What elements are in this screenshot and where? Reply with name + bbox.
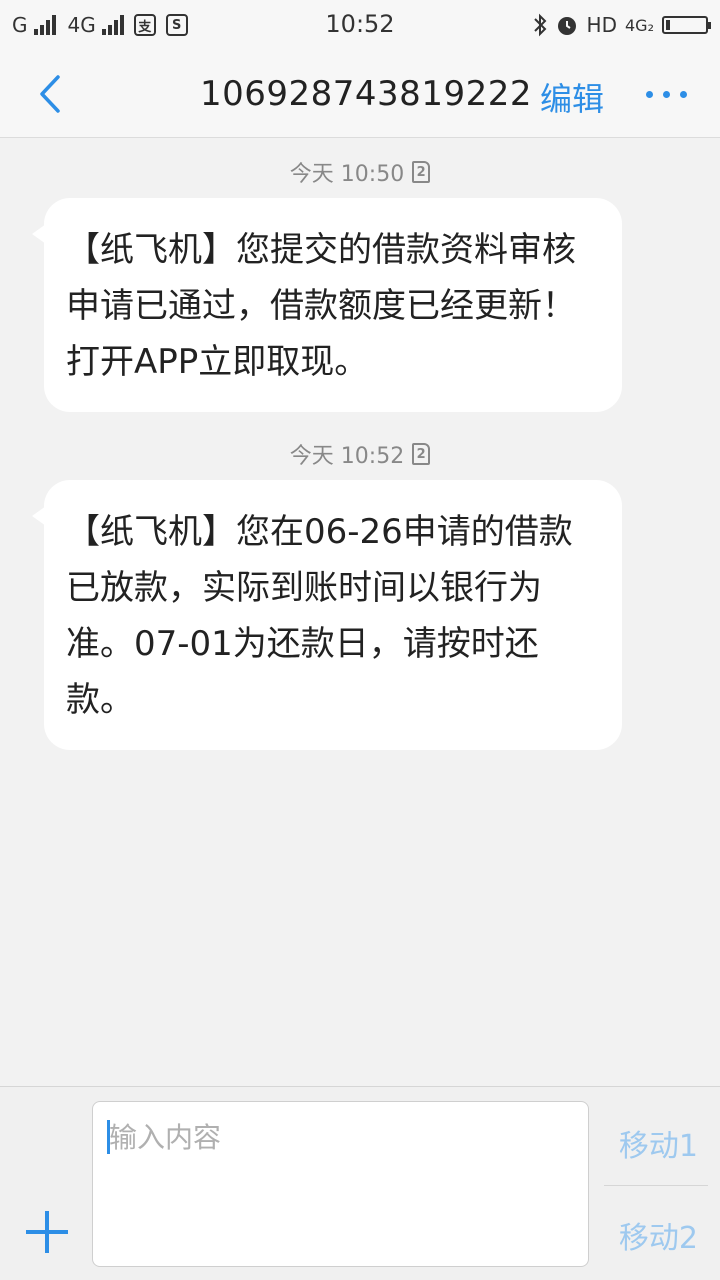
- message-text: 【纸飞机】您在06-26申请的借款已放款，实际到账时间以银行为准。07-01为还…: [66, 512, 573, 720]
- contact-number-title: 106928743819222: [200, 74, 532, 114]
- message-bubble[interactable]: 【纸飞机】您提交的借款资料审核申请已通过，借款额度已经更新！打开APP立即取现。: [32, 198, 622, 412]
- send-sim1-button[interactable]: 移动1: [619, 1121, 698, 1165]
- more-options-icon[interactable]: [646, 84, 687, 104]
- status-bar: G 4G 支 S 10:52 HD 4G₂: [0, 0, 720, 50]
- chevron-left-icon: [40, 75, 60, 113]
- battery-icon: [662, 16, 711, 34]
- conversation-header: 106928743819222 编辑: [0, 50, 720, 138]
- send-divider: [604, 1185, 708, 1186]
- hd-label: HD: [586, 13, 617, 37]
- alarm-icon: [557, 17, 576, 35]
- send-sim2-button[interactable]: 移动2: [619, 1213, 698, 1257]
- message-timestamp: 今天 10:50 2: [0, 156, 720, 188]
- input-placeholder: 输入内容: [109, 1121, 222, 1154]
- sms-conversation-screen: G 4G 支 S 10:52 HD 4G₂ 106928743819222 编辑…: [0, 0, 720, 1280]
- message-input[interactable]: 输入内容: [92, 1101, 589, 1267]
- message-bubble[interactable]: 【纸飞机】您在06-26申请的借款已放款，实际到账时间以银行为准。07-01为还…: [32, 480, 622, 750]
- bluetooth-icon: [533, 13, 546, 37]
- back-button[interactable]: [28, 70, 72, 118]
- add-attachment-button[interactable]: [26, 1211, 68, 1253]
- composer-bar: 输入内容 移动1 移动2: [0, 1086, 720, 1280]
- sim-card-icon: 2: [412, 161, 431, 183]
- message-text: 【纸飞机】您提交的借款资料审核申请已通过，借款额度已经更新！打开APP立即取现。: [66, 230, 576, 382]
- timestamp-text: 今天 10:50: [289, 162, 405, 187]
- edit-button[interactable]: 编辑: [540, 74, 604, 120]
- network-label: 4G₂: [625, 15, 654, 35]
- sim-card-icon: 2: [412, 443, 431, 465]
- message-timestamp: 今天 10:52 2: [0, 438, 720, 470]
- status-right: HD 4G₂: [533, 10, 711, 40]
- timestamp-text: 今天 10:52: [289, 444, 405, 469]
